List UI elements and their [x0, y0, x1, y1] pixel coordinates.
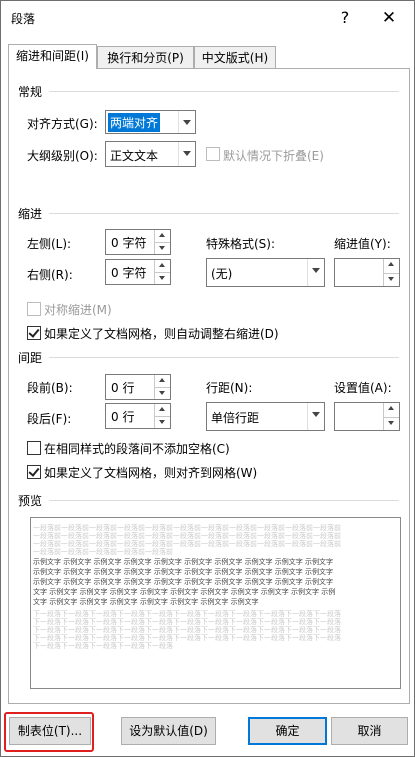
outline-level-label: 大纲级别(O): [27, 149, 98, 163]
space-after-spinner[interactable]: 0 行 [105, 403, 171, 429]
set-default-button[interactable]: 设为默认值(D) [121, 717, 216, 745]
spin-down-icon[interactable] [155, 242, 170, 254]
preview-line: 下一段落下一段落下一段落下一段落下一段落下一段落下一段落下一段落下一段落下一段落… [33, 634, 341, 642]
chevron-down-icon[interactable] [178, 142, 195, 166]
auto-adjust-indent-label: 如果定义了文档网格，则自动调整右缩进(D) [44, 327, 279, 341]
general-group-label: 常规 [18, 85, 43, 99]
paragraph-dialog: 段落 ? ✕ 缩进和间距(I) 换行和分页(P) 中文版式(H) 常规 对齐方式… [0, 0, 415, 757]
spacing-group-label: 间距 [18, 351, 43, 365]
space-after-label: 段后(F): [27, 412, 72, 426]
spin-up-icon[interactable] [384, 259, 399, 274]
preview-line: 下一段落下一段落下一段落下一段落下一段落 [33, 642, 173, 650]
close-icon[interactable]: ✕ [375, 5, 403, 31]
spacing-at-spinner[interactable] [334, 402, 400, 431]
preview-line: 一段落前一段落前一段落前一段落前一段落前 [33, 548, 173, 556]
mirror-indent-label: 对称缩进(M) [44, 303, 112, 317]
indent-amount-spinner[interactable] [334, 258, 400, 287]
indent-group-label: 缩进 [18, 207, 43, 221]
alignment-select[interactable]: 两端对齐 [105, 110, 196, 134]
left-indent-spinner[interactable]: 0 字符 [105, 229, 171, 255]
special-format-select[interactable]: (无) [206, 258, 325, 287]
outline-level-select[interactable]: 正文文本 [105, 141, 196, 167]
preview-box: 一段落前一段落前一段落前一段落前一段落前一段落前一段落前一段落前一段落前一段落前… [30, 517, 401, 689]
space-before-label: 段前(B): [27, 381, 73, 395]
no-space-same-style-label: 在相同样式的段落间不添加空格(C) [44, 442, 230, 456]
preview-line: 文字 示例文字 示例文字 示例文字 示例文字 示例文字 示例文字 示例文字 [33, 598, 259, 606]
spacing-at-label: 设置值(A): [334, 381, 392, 395]
divider [49, 91, 399, 92]
collapse-default-label: 默认情况下折叠(E) [223, 149, 324, 163]
mirror-indent-checkbox[interactable] [27, 302, 41, 316]
preview-line: 示例文字 示例文字 示例文字 示例文字 示例文字 示例文字 示例文字 示例文字 … [33, 568, 334, 576]
snap-to-grid-checkbox[interactable] [27, 465, 41, 479]
right-indent-label: 右侧(R): [27, 268, 73, 282]
tab-asian-typography[interactable]: 中文版式(H) [194, 46, 276, 69]
alignment-label: 对齐方式(G): [27, 117, 98, 131]
tab-indent-spacing[interactable]: 缩进和间距(I) [8, 44, 97, 69]
chevron-down-icon[interactable] [307, 259, 324, 286]
space-before-spinner[interactable]: 0 行 [105, 374, 171, 400]
spin-down-icon[interactable] [155, 387, 170, 399]
preview-line: 一段落前一段落前一段落前一段落前一段落前一段落前一段落前一段落前一段落前一段落前… [33, 532, 341, 540]
line-spacing-label: 行距(N): [206, 381, 253, 395]
divider [49, 500, 399, 501]
highlight-box [4, 712, 94, 752]
no-space-same-style-checkbox[interactable] [27, 441, 41, 455]
preview-line: 下一段落下一段落下一段落下一段落下一段落下一段落下一段落下一段落下一段落下一段落… [33, 610, 341, 618]
preview-line: 一段落前一段落前一段落前一段落前一段落前一段落前一段落前一段落前一段落前一段落前… [33, 524, 341, 532]
spin-down-icon[interactable] [384, 273, 399, 287]
preview-line: 示例文字 示例文字 示例文字 示例文字 示例文字 示例文字 示例文字 示例文字 … [33, 578, 334, 586]
preview-line: 一段落前一段落前一段落前一段落前一段落前一段落前一段落前一段落前一段落前一段落前… [33, 540, 341, 548]
divider [49, 357, 399, 358]
cancel-button[interactable]: 取消 [331, 717, 408, 745]
special-format-label: 特殊格式(S): [206, 237, 276, 251]
line-spacing-select[interactable]: 单倍行距 [206, 402, 325, 431]
divider [49, 213, 399, 214]
spin-up-icon[interactable] [384, 403, 399, 418]
preview-line: 文字 示例文字 示例文字 示例文字 示例文字 示例文字 示例文字 示例文字 示例… [33, 588, 336, 596]
spin-down-icon[interactable] [384, 417, 399, 431]
tab-line-page-breaks[interactable]: 换行和分页(P) [97, 46, 194, 69]
dialog-title: 段落 [11, 12, 36, 26]
collapse-default-checkbox[interactable] [206, 147, 220, 161]
ok-button[interactable]: 确定 [248, 717, 327, 745]
left-indent-label: 左侧(L): [27, 237, 72, 251]
chevron-down-icon[interactable] [178, 111, 195, 133]
right-indent-spinner[interactable]: 0 字符 [105, 259, 171, 285]
snap-to-grid-label: 如果定义了文档网格，则对齐到网格(W) [44, 466, 258, 480]
preview-group-label: 预览 [18, 494, 43, 508]
title-bar: 段落 ? ✕ [1, 1, 414, 35]
preview-line: 示例文字 示例文字 示例文字 示例文字 示例文字 示例文字 示例文字 示例文字 … [33, 558, 334, 566]
spin-down-icon[interactable] [155, 416, 170, 428]
chevron-down-icon[interactable] [307, 403, 324, 430]
auto-adjust-indent-checkbox[interactable] [27, 326, 41, 340]
help-icon[interactable]: ? [333, 6, 357, 30]
preview-line: 下一段落下一段落下一段落下一段落下一段落下一段落下一段落下一段落下一段落下一段落… [33, 618, 341, 626]
preview-line: 下一段落下一段落下一段落下一段落下一段落下一段落下一段落下一段落下一段落下一段落… [33, 626, 341, 634]
indent-amount-label: 缩进值(Y): [334, 237, 391, 251]
spin-down-icon[interactable] [155, 272, 170, 284]
